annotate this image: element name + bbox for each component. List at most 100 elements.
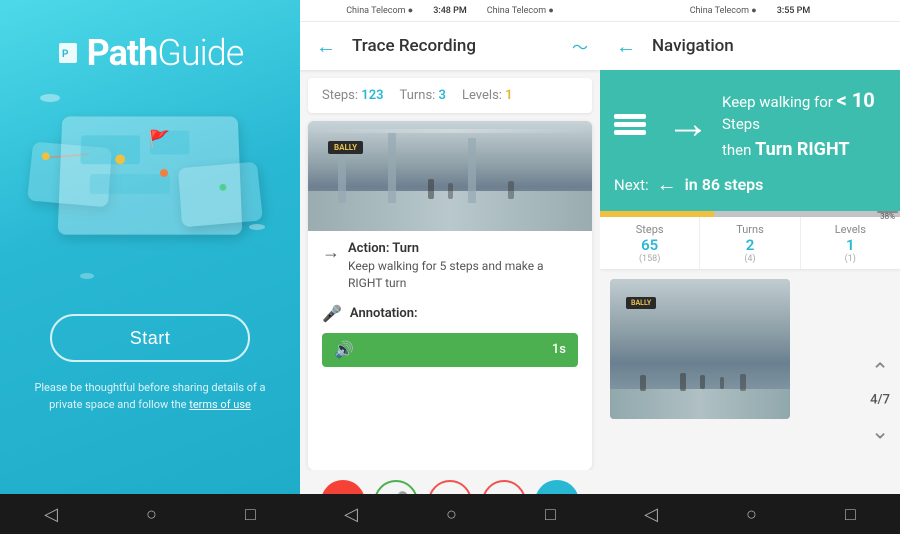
turns-stat: Turns: 3 <box>400 88 446 103</box>
trace-recording-title: Trace Recording <box>352 36 560 56</box>
instruction-highlight: < 10 <box>837 88 875 112</box>
pathguide-panel: P Path Guide 🚩 Start Please be thoughtfu… <box>0 0 300 534</box>
next-steps-text: in 86 steps <box>685 175 764 194</box>
instruction-line-1: Keep walking for < 10 Steps <box>722 86 886 135</box>
person-1 <box>428 179 434 199</box>
map-dot-3 <box>160 169 168 177</box>
instruction-turn: Turn RIGHT <box>755 139 849 160</box>
logo-path-text: Path <box>87 32 158 74</box>
map-card-right <box>178 162 263 228</box>
trace-main-card: BALLY → Action: Turn Keep walking for 5 … <box>308 121 592 470</box>
home-nav-icon[interactable]: ○ <box>146 504 157 525</box>
back-nav-icon-2[interactable]: ◁ <box>344 504 358 525</box>
svg-text:P: P <box>62 49 69 60</box>
person-3 <box>508 181 514 199</box>
start-button[interactable]: Start <box>50 314 250 362</box>
nav-statusbar-time: 3:55 PM <box>777 6 811 16</box>
nav-steps-stat: Steps 65 (158) <box>600 217 700 269</box>
steps-stat: Steps: 123 <box>322 88 384 103</box>
statusbar-carrier-right: China Telecom ● <box>487 5 554 16</box>
deco-1 <box>40 94 60 102</box>
play-icon[interactable]: 🔊 <box>334 340 354 359</box>
trace-statusbar: China Telecom ● 3:48 PM China Telecom ● <box>300 0 600 22</box>
nav-pillar-2 <box>680 373 686 391</box>
action-title: Action: Turn <box>348 241 578 256</box>
statusbar-time: 3:48 PM <box>433 6 467 16</box>
instruction-unit: Steps <box>722 115 760 133</box>
navigation-title: Navigation <box>652 36 734 56</box>
nav-levels-stat: Levels 1 (1) <box>801 217 900 269</box>
footer-text: Please be thoughtful before sharing deta… <box>0 380 300 413</box>
statusbar-carrier-left: China Telecom ● <box>346 5 413 16</box>
next-row: Next: ← in 86 steps <box>614 172 886 197</box>
recents-nav-icon-2[interactable]: □ <box>545 504 556 525</box>
terms-of-use-link[interactable]: terms of use <box>189 398 251 411</box>
right-arrow-big: → <box>666 101 710 145</box>
trace-topbar: ← Trace Recording 〜 <box>300 22 600 70</box>
deco-2 <box>249 224 265 230</box>
instruction-main-row: → Keep walking for < 10 Steps then Turn … <box>614 86 886 162</box>
arrow-line-1 <box>614 114 646 119</box>
navigation-panel: China Telecom ● 3:55 PM ← Navigation → <box>600 0 900 534</box>
location-image: BALLY <box>308 121 592 231</box>
microphone-icon: 🎤 <box>322 304 342 323</box>
nav-location-image: BALLY <box>610 279 790 419</box>
audio-duration: 1s <box>552 342 566 357</box>
map-room-1 <box>80 135 140 164</box>
progress-bar: 38% <box>600 211 900 217</box>
chevron-down-icon[interactable]: ⌄ <box>871 419 889 444</box>
recents-nav-icon-3[interactable]: □ <box>845 504 856 525</box>
nav-statusbar: China Telecom ● 3:55 PM <box>600 0 900 22</box>
ceiling-light <box>308 129 592 133</box>
nav-person-2 <box>720 377 724 389</box>
instruction-line-2: then Turn RIGHT <box>722 137 886 162</box>
recents-nav-icon[interactable]: □ <box>245 504 256 525</box>
map-dot-2 <box>115 154 125 164</box>
arrow-line-3 <box>614 130 646 135</box>
annotation-section: 🎤 Annotation: <box>308 298 592 333</box>
back-nav-icon[interactable]: ◁ <box>44 504 58 525</box>
nav-back-button[interactable]: ← <box>612 32 640 60</box>
person-2 <box>448 183 453 199</box>
page-number: 4/7 <box>870 392 890 407</box>
android-nav-bar-2: ◁ ○ □ <box>300 494 600 534</box>
logo-guide-text: Guide <box>157 32 243 74</box>
progress-fill <box>600 211 714 217</box>
annotation-audio-bar[interactable]: 🔊 1s <box>322 333 578 367</box>
next-label: Next: <box>614 176 649 194</box>
android-nav-bar: ◁ ○ □ <box>0 494 300 534</box>
airport-sign: BALLY <box>328 141 363 154</box>
next-icon: ← <box>657 172 677 197</box>
action-section: → Action: Turn Keep walking for 5 steps … <box>308 231 592 298</box>
map-flag-icon: 🚩 <box>148 130 170 150</box>
nav-pillar-1 <box>640 375 646 391</box>
chevron-up-icon[interactable]: ⌃ <box>871 359 889 384</box>
android-nav-bar-3: ◁ ○ □ <box>600 494 900 534</box>
pillar-3 <box>468 138 476 203</box>
app-logo: P Path Guide <box>57 32 244 74</box>
navigation-arrow-icon <box>614 114 646 135</box>
levels-stat: Levels: 1 <box>462 88 513 103</box>
deco-3 <box>80 273 94 279</box>
back-nav-icon-3[interactable]: ◁ <box>644 504 658 525</box>
nav-airport-bg: BALLY <box>610 279 790 419</box>
pillar-2 <box>388 133 396 203</box>
instruction-arrow-row: → <box>666 101 710 145</box>
trace-stats-row: Steps: 123 Turns: 3 Levels: 1 <box>308 78 592 113</box>
map-dot-4 <box>219 184 227 191</box>
path-logo-icon: P <box>57 39 85 67</box>
nav-turns-stat: Turns 2 (4) <box>700 217 800 269</box>
instruction-main-text: Keep walking for <box>722 93 833 111</box>
nav-topbar: ← Navigation <box>600 22 900 70</box>
nav-stats-row: Steps 65 (158) Turns 2 (4) Levels 1 (1) <box>600 217 900 269</box>
instruction-then: then <box>722 141 751 159</box>
trace-back-button[interactable]: ← <box>312 32 340 60</box>
progress-label: 38% <box>877 211 898 213</box>
action-arrow-icon: → <box>322 242 340 263</box>
annotation-label: Annotation: <box>350 306 418 321</box>
home-nav-icon-2[interactable]: ○ <box>446 504 457 525</box>
map-illustration: 🚩 <box>30 84 270 284</box>
instruction-walking-text: Keep walking for < 10 Steps then Turn RI… <box>722 86 886 162</box>
action-text-block: Action: Turn Keep walking for 5 steps an… <box>348 241 578 292</box>
home-nav-icon-3[interactable]: ○ <box>746 504 757 525</box>
